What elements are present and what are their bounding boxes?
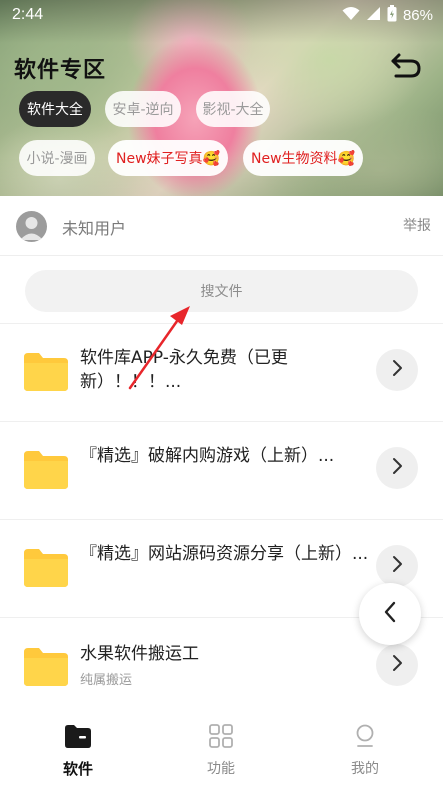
avatar[interactable]: [16, 211, 47, 242]
status-bar: 2:44 86%: [0, 0, 443, 32]
person-icon: [353, 724, 377, 752]
bottom-nav: 软件 功能 我的: [0, 712, 443, 788]
open-button[interactable]: [376, 349, 418, 391]
signal-icon: [366, 6, 381, 25]
page-title: 软件专区: [14, 58, 107, 83]
chip-software[interactable]: 软件大全: [19, 91, 91, 127]
nav-label: 我的: [351, 761, 379, 777]
file-title: 软件库APP-永久免费（已更新）！！！...: [80, 348, 288, 392]
wifi-icon: [342, 6, 360, 25]
floating-back-button[interactable]: [359, 583, 421, 645]
file-title: 『精选』网站源码资源分享（上新）...: [80, 544, 369, 564]
chip-novels[interactable]: 小说-漫画: [19, 140, 95, 176]
chip-movies[interactable]: 影视-大全: [196, 91, 270, 127]
nav-functions[interactable]: 功能: [181, 724, 261, 778]
folder-icon: [24, 547, 68, 587]
folder-icon: [24, 449, 68, 489]
battery-percent: 86%: [402, 7, 433, 24]
search-input[interactable]: 搜文件: [25, 270, 418, 312]
nav-label: 功能: [207, 761, 235, 777]
undo-icon: [390, 51, 422, 83]
chip-android[interactable]: 安卓-逆向: [105, 91, 181, 127]
nav-label: 软件: [62, 760, 93, 778]
status-time: 2:44: [12, 6, 44, 23]
back-button[interactable]: [389, 50, 423, 84]
report-link[interactable]: 举报: [403, 215, 431, 235]
chip-biology[interactable]: New生物资料🥰: [243, 140, 363, 176]
username: 未知用户: [62, 219, 127, 238]
header-banner: 2:44 86% 软件专区 软件大全 安卓-逆向 影视-大全 小说-漫画 New…: [0, 0, 443, 196]
folder-tab-icon: [65, 724, 91, 752]
file-title: 水果软件搬运工: [80, 644, 199, 664]
file-subtitle: 纯属搬运: [80, 673, 133, 688]
list-item[interactable]: 软件库APP-永久免费（已更新）！！！...: [0, 324, 443, 422]
chevron-right-icon: [391, 555, 403, 577]
list-item[interactable]: 『精选』破解内购游戏（上新）...: [0, 422, 443, 520]
user-row: 未知用户 举报: [0, 196, 443, 256]
open-button[interactable]: [376, 447, 418, 489]
chevron-left-icon: [383, 601, 397, 627]
chip-photos[interactable]: New妹子写真🥰: [108, 140, 228, 176]
status-icons: 86%: [342, 5, 433, 26]
folder-icon: [24, 351, 68, 391]
nav-me[interactable]: 我的: [325, 724, 405, 778]
chevron-right-icon: [391, 359, 403, 381]
grid-icon: [209, 724, 233, 752]
file-title: 『精选』破解内购游戏（上新）...: [80, 446, 335, 466]
chevron-right-icon: [391, 457, 403, 479]
open-button[interactable]: [376, 644, 418, 686]
open-button[interactable]: [376, 545, 418, 587]
battery-icon: [387, 5, 397, 26]
nav-software[interactable]: 软件: [38, 724, 118, 779]
chevron-right-icon: [391, 654, 403, 676]
folder-icon: [24, 646, 68, 686]
